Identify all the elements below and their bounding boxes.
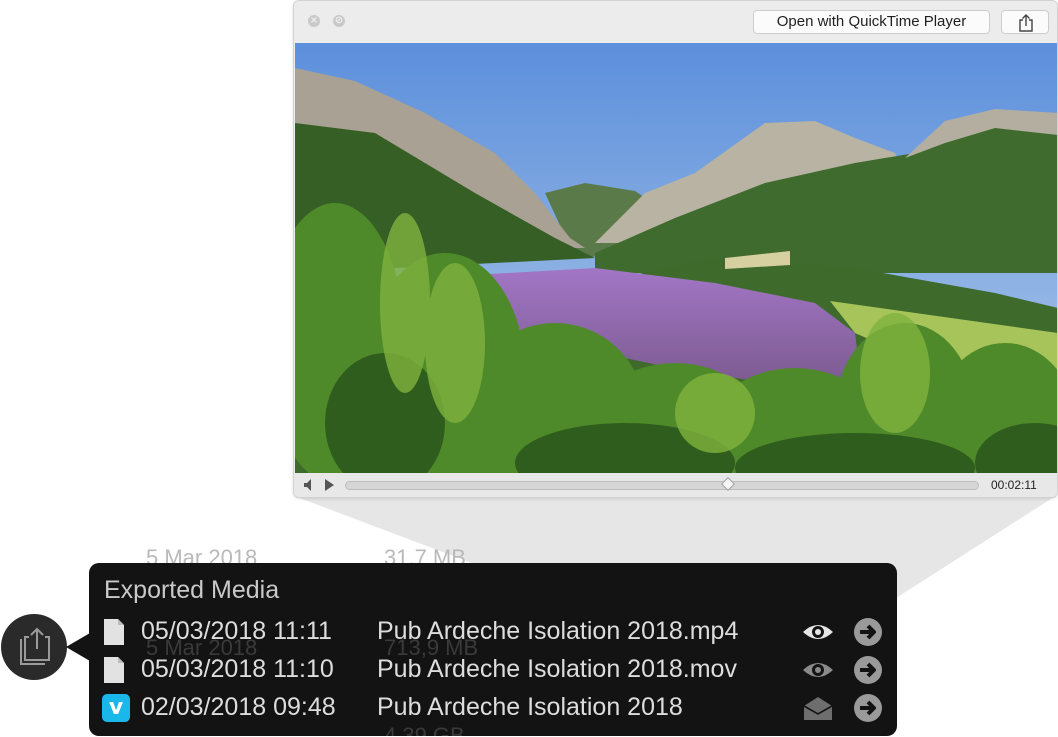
vimeo-icon: v (102, 694, 130, 722)
export-filename: Pub Ardeche Isolation 2018 (377, 693, 683, 721)
background-row-size: 4,39 GB (384, 723, 465, 736)
reveal-arrow-icon[interactable] (853, 617, 883, 647)
playback-controls: 00:02:11 (294, 473, 1057, 497)
document-icon (104, 619, 124, 645)
titlebar: × ⊘ Open with QuickTime Player (294, 1, 1057, 43)
minimize-icon[interactable]: ⊘ (333, 15, 345, 27)
share-icon (1019, 14, 1033, 32)
playhead-handle[interactable] (721, 476, 736, 492)
background-row-size: 713,9 MB (384, 635, 479, 660)
popover-title: Exported Media (104, 576, 280, 604)
eye-icon[interactable] (801, 657, 835, 683)
envelope-icon[interactable] (801, 695, 835, 721)
export-date: 02/03/2018 09:48 (141, 693, 336, 721)
eye-icon[interactable] (801, 619, 835, 645)
exported-media-popover: Exported Media 05/03/2018 11:11 Pub Arde… (89, 563, 897, 736)
playback-scrubber[interactable] (345, 476, 979, 492)
open-with-quicktime-button[interactable]: Open with QuickTime Player (753, 10, 990, 34)
landscape-video-image (295, 43, 1057, 473)
background-row-date: 5 Mar 2018 (146, 635, 258, 660)
volume-icon[interactable] (304, 479, 316, 491)
elapsed-time: 00:02:11 (991, 478, 1037, 492)
stacked-share-icon (20, 627, 50, 665)
export-share-button[interactable] (1, 614, 67, 680)
quicklook-window: × ⊘ Open with QuickTime Player 00:02:11 (293, 0, 1058, 498)
exported-media-row[interactable]: v 02/03/2018 09:48 Pub Ardeche Isolation… (89, 689, 897, 727)
video-frame[interactable] (295, 43, 1057, 473)
reveal-arrow-icon[interactable] (853, 693, 883, 723)
document-icon (104, 657, 124, 683)
share-button[interactable] (1001, 10, 1049, 34)
play-icon[interactable] (324, 479, 335, 491)
reveal-arrow-icon[interactable] (853, 655, 883, 685)
close-icon[interactable]: × (308, 15, 320, 27)
popover-arrow (66, 633, 90, 661)
